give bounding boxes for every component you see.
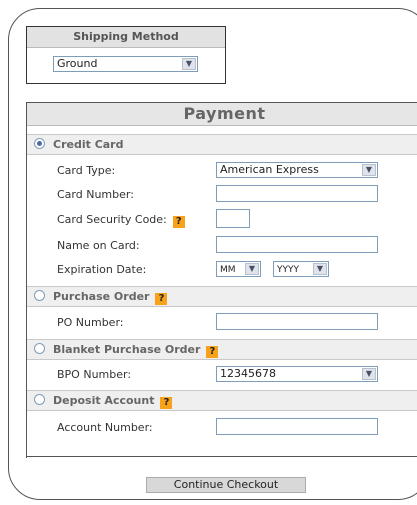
bpo-number-value: 12345678: [220, 367, 276, 380]
help-icon[interactable]: ?: [160, 397, 173, 409]
blanket-po-radio[interactable]: [34, 343, 45, 354]
purchase-order-radio[interactable]: [34, 290, 45, 301]
shipping-method-select[interactable]: Ground ▼: [53, 56, 198, 72]
deposit-account-radio[interactable]: [34, 394, 45, 405]
security-code-input[interactable]: [216, 209, 250, 228]
shipping-method-box: Shipping Method Ground ▼: [26, 26, 226, 84]
bpo-number-select[interactable]: 12345678 ▼: [216, 366, 378, 382]
chevron-down-icon: ▼: [313, 263, 327, 275]
chevron-down-icon: ▼: [182, 58, 196, 70]
credit-card-label: Credit Card: [53, 138, 124, 151]
credit-card-radio[interactable]: [34, 138, 45, 149]
purchase-order-label-row: Purchase Order?: [53, 290, 168, 305]
deposit-account-label: Deposit Account: [53, 394, 155, 407]
continue-checkout-button[interactable]: Continue Checkout: [146, 477, 306, 493]
security-code-label: Card Security Code:: [57, 213, 167, 226]
security-code-label-row: Card Security Code:?: [57, 213, 185, 228]
section-deposit-account: Deposit Account?: [27, 390, 417, 411]
name-on-card-label: Name on Card:: [57, 239, 140, 252]
card-type-value: American Express: [220, 163, 319, 176]
section-credit-card: Credit Card: [27, 134, 417, 155]
chevron-down-icon: ▼: [362, 164, 376, 176]
payment-title: Payment: [27, 103, 417, 126]
section-purchase-order: Purchase Order?: [27, 286, 417, 307]
chevron-down-icon: ▼: [245, 263, 259, 275]
exp-month-select[interactable]: MM ▼: [216, 261, 261, 277]
po-number-input[interactable]: [216, 313, 378, 330]
exp-year-select[interactable]: YYYY ▼: [273, 261, 329, 277]
shipping-method-title: Shipping Method: [27, 27, 225, 48]
help-icon[interactable]: ?: [172, 216, 185, 228]
blanket-po-label: Blanket Purchase Order: [53, 343, 201, 356]
card-number-label: Card Number:: [57, 188, 134, 201]
help-icon[interactable]: ?: [206, 346, 219, 358]
card-type-label: Card Type:: [57, 164, 116, 177]
name-on-card-input[interactable]: [216, 236, 378, 253]
expiration-date-label: Expiration Date:: [57, 263, 147, 276]
account-number-input[interactable]: [216, 418, 378, 435]
shipping-method-value: Ground: [57, 57, 98, 70]
po-number-label: PO Number:: [57, 316, 124, 329]
account-number-label: Account Number:: [57, 421, 153, 434]
deposit-account-label-row: Deposit Account?: [53, 394, 173, 409]
exp-month-value: MM: [220, 265, 236, 275]
purchase-order-label: Purchase Order: [53, 290, 150, 303]
card-number-input[interactable]: [216, 185, 378, 202]
bpo-number-label: BPO Number:: [57, 368, 132, 381]
payment-bottom-divider: [26, 456, 417, 457]
chevron-down-icon: ▼: [362, 368, 376, 380]
card-type-select[interactable]: American Express ▼: [216, 162, 378, 178]
section-blanket-po: Blanket Purchase Order?: [27, 339, 417, 360]
exp-year-value: YYYY: [277, 265, 299, 275]
blanket-po-label-row: Blanket Purchase Order?: [53, 343, 219, 358]
payment-box: Payment Credit Card Card Type: American …: [26, 102, 417, 458]
help-icon[interactable]: ?: [155, 293, 168, 305]
